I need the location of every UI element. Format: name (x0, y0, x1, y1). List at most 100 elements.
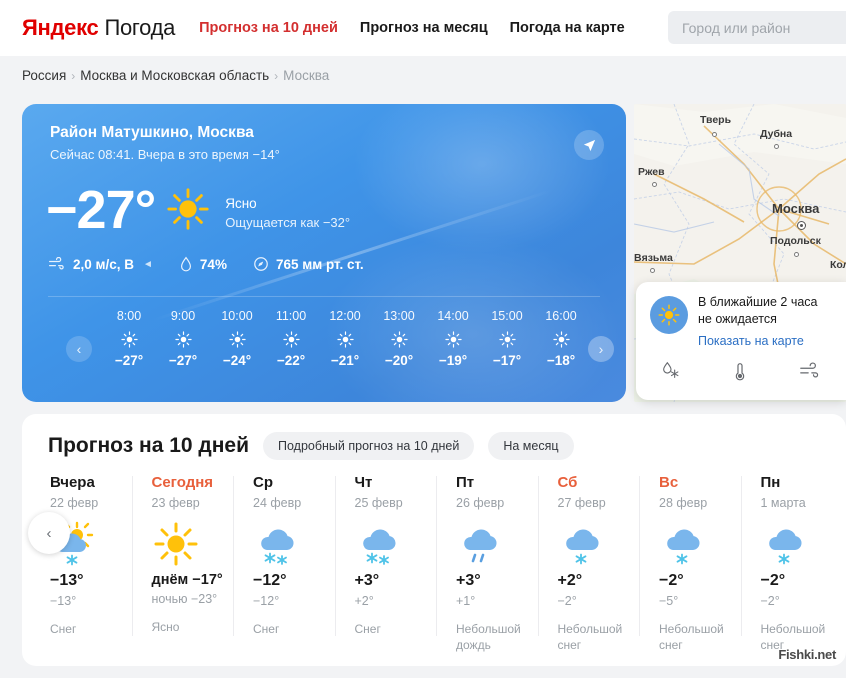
day-temperature: −13° (50, 572, 84, 589)
condition-block: Ясно Ощущается как −32° (225, 196, 350, 230)
nav-forecast-10-days[interactable]: Прогноз на 10 дней (199, 20, 338, 36)
feels-like-text: Ощущается как −32° (225, 214, 351, 230)
breadcrumb-item-region[interactable]: Москва и Московская область (80, 68, 269, 83)
hour-temperature: −24° (222, 353, 252, 368)
night-temperature: −12° (253, 594, 280, 608)
month-forecast-button[interactable]: На месяц (488, 432, 574, 460)
hour-temperature: −20° (384, 353, 414, 368)
hour-cell[interactable]: 10:00 −24° (210, 309, 264, 368)
current-temperature: −27° (46, 179, 156, 240)
day-temperature: −2° (760, 572, 786, 589)
day-card[interactable]: Вчера 22 февр −13° −13° Снег (28, 474, 130, 653)
day-condition: Небольшой снег (659, 622, 724, 652)
day-card[interactable]: Чт 25 февр +3° +2° Снег (333, 474, 435, 653)
day-date: 26 февр (456, 496, 505, 510)
nav-weather-map[interactable]: Погода на карте (510, 20, 625, 36)
site-header: Яндекс Погода Прогноз на 10 дней Прогноз… (0, 0, 846, 56)
breadcrumb-item-city: Москва (283, 68, 330, 83)
days-prev-button[interactable]: ‹ (28, 512, 70, 554)
watermark: Fishki.net (778, 647, 836, 662)
map-dot-tver (712, 132, 717, 137)
wind-icon[interactable] (798, 361, 822, 386)
detailed-forecast-button[interactable]: Подробный прогноз на 10 дней (263, 432, 475, 460)
sun-circle-icon (650, 296, 688, 334)
day-card[interactable]: Сб 27 февр +2° −2° Небольшой снег (536, 474, 638, 653)
day-name: Чт (354, 474, 373, 491)
hourly-next-button[interactable]: › (588, 336, 614, 362)
hour-time: 16:00 (545, 309, 577, 323)
popup-layer-tabs (636, 360, 846, 387)
day-card[interactable]: Пн 1 марта −2° −2° Небольшой снег (739, 474, 841, 653)
day-card[interactable]: Сегодня 23 февр днём −17° ночью −23° Ясн… (130, 474, 232, 653)
map-label-kolomna: Кол (830, 259, 846, 271)
day-condition: Небольшой снег (557, 622, 623, 652)
map-dot-podolsk (794, 252, 799, 257)
hour-cell[interactable]: 11:00 −22° (264, 309, 318, 368)
hour-cell[interactable]: 16:00 −18° (534, 309, 588, 368)
day-condition: Небольшой дождь (456, 622, 521, 652)
day-date: 23 февр (151, 496, 200, 510)
location-title: Район Матушкино, Москва (50, 124, 254, 141)
cloud-snow-light-icon (659, 516, 739, 572)
day-name: Пн (760, 474, 781, 491)
hour-temperature: −21° (330, 353, 360, 368)
hour-cell[interactable]: 14:00 −19° (426, 309, 480, 368)
metric-wind: 2,0 м/с, В ◄ (48, 257, 153, 272)
sun-icon (210, 329, 264, 349)
day-name: Вс (659, 474, 679, 491)
map-label-rzhev: Ржев (638, 166, 665, 178)
show-on-map-link[interactable]: Показать на карте (698, 334, 804, 348)
nav-forecast-month[interactable]: Прогноз на месяц (360, 20, 488, 36)
night-temperature: +1° (456, 594, 476, 608)
forecast-header: Прогноз на 10 дней Подробный прогноз на … (22, 414, 846, 460)
breadcrumb-item-russia[interactable]: Россия (22, 68, 66, 83)
card-glow-decoration (352, 104, 612, 254)
breadcrumb: Россия › Москва и Московская область › М… (22, 68, 329, 83)
hour-time: 15:00 (491, 309, 523, 323)
yandex-pogoda-logo[interactable]: Яндекс Погода (22, 15, 175, 41)
hour-cell[interactable]: 13:00 −20° (372, 309, 426, 368)
sun-icon (152, 516, 232, 572)
cloud-snow-icon (355, 516, 435, 572)
hourly-prev-button[interactable]: ‹ (66, 336, 92, 362)
sun-icon (480, 329, 534, 349)
cloud-snow-light-icon (558, 516, 638, 572)
map-label-tver: Тверь (700, 114, 732, 126)
day-name: Пт (456, 474, 475, 491)
day-temperature: +3° (354, 572, 380, 589)
wind-direction-arrow-icon: ◄ (143, 258, 153, 270)
hour-cell[interactable]: 15:00 −17° (480, 309, 534, 368)
day-card[interactable]: Вс 28 февр −2° −5° Небольшой снег (637, 474, 739, 653)
popup-text-line1: В ближайшие 2 часа (698, 295, 818, 309)
popup-text-line2: не ожидается (698, 311, 777, 326)
sun-icon (102, 329, 156, 349)
night-temperature: −2° (760, 594, 780, 608)
sun-icon (156, 329, 210, 349)
hourly-forecast-strip: 8:00 −27° 9:00 −27° 10:00 −24° 11:00 −22… (102, 309, 588, 368)
condition-text: Ясно (225, 195, 257, 211)
day-card[interactable]: Пт 26 февр +3° +1° Небольшой дождь (434, 474, 536, 653)
sun-icon (165, 186, 211, 237)
precipitation-icon[interactable] (660, 360, 682, 387)
logo-yandex-text: Яндекс (22, 15, 99, 40)
logo-pogoda-text: Погода (104, 15, 176, 40)
thermometer-icon[interactable] (729, 360, 751, 387)
day-condition: Снег (253, 622, 280, 636)
hour-cell[interactable]: 12:00 −21° (318, 309, 372, 368)
hour-temperature: −17° (492, 353, 522, 368)
popup-forecast-text: В ближайшие 2 часа не ожидается (698, 294, 818, 328)
location-arrow-icon[interactable] (574, 130, 604, 160)
day-date: 1 марта (760, 496, 806, 510)
night-temperature: −13° (50, 594, 77, 608)
day-cards-list: ‹ Вчера 22 февр −13° −13° Снег Сегодня 23… (22, 474, 846, 653)
day-name: Сб (557, 474, 578, 491)
day-name: Ср (253, 474, 273, 491)
day-date: 22 февр (50, 496, 99, 510)
ten-day-forecast-panel: Прогноз на 10 дней Подробный прогноз на … (22, 414, 846, 666)
hour-cell[interactable]: 9:00 −27° (156, 309, 210, 368)
day-date: 24 февр (253, 496, 302, 510)
search-input[interactable] (668, 11, 846, 44)
day-card[interactable]: Ср 24 февр −12° −12° Снег (231, 474, 333, 653)
hour-temperature: −19° (438, 353, 468, 368)
hour-cell[interactable]: 8:00 −27° (102, 309, 156, 368)
